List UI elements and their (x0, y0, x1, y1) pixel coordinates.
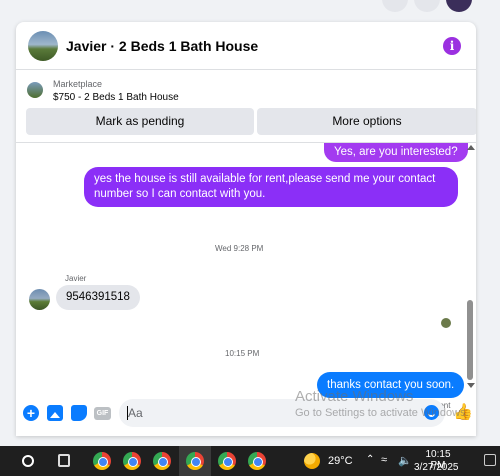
chat-header[interactable]: Javier · 2 Beds 1 Bath House i (16, 22, 476, 70)
gif-icon[interactable]: GIF (94, 407, 111, 420)
watermark-title: Activate Windows (295, 388, 414, 405)
message-list: Yes, are you interested? yes the house i… (16, 143, 476, 410)
chrome-icon[interactable] (153, 452, 171, 470)
active-taskbar-item[interactable] (179, 446, 211, 476)
chrome-icon[interactable] (248, 452, 266, 470)
weather-temperature[interactable]: 29°C (328, 455, 353, 467)
more-options-button[interactable]: More options (257, 108, 476, 135)
activate-windows-watermark: Activate Windows Go to Settings to activ… (295, 388, 469, 419)
volume-icon[interactable]: 🔈 (398, 454, 412, 467)
contact-avatar[interactable] (28, 31, 58, 61)
message-bubble-incoming[interactable]: 9546391518 (56, 285, 140, 310)
chrome-icon[interactable] (186, 452, 204, 470)
plus-icon[interactable]: + (23, 405, 39, 421)
marketplace-panel: Marketplace $750 - 2 Beds 1 Bath House M… (16, 70, 476, 143)
conversation-title[interactable]: Javier · 2 Beds 1 Bath House (66, 38, 258, 54)
scrollbar-thumb[interactable] (467, 300, 473, 380)
message-bubble-outgoing[interactable]: yes the house is still available for ren… (84, 167, 458, 207)
taskbar: 29°C ⌃ ≈ 🔈 10:15 PM 3/27/2025 (0, 446, 500, 476)
chevron-up-icon[interactable]: ⌃ (366, 454, 374, 465)
sender-avatar[interactable] (29, 289, 50, 310)
chat-window: Javier · 2 Beds 1 Bath House i Marketpla… (16, 22, 476, 436)
info-icon[interactable]: i (443, 37, 461, 55)
photo-icon[interactable] (47, 405, 63, 421)
marketplace-label: Marketplace (53, 79, 103, 89)
listing-thumbnail[interactable] (27, 82, 43, 98)
task-view-icon[interactable] (58, 454, 70, 467)
notification-icon[interactable] (484, 454, 496, 466)
message-timestamp: 10:15 PM (225, 349, 260, 358)
text-caret (127, 406, 128, 420)
profile-avatar[interactable] (446, 0, 472, 12)
seen-indicator-avatar (441, 318, 451, 328)
wifi-icon[interactable]: ≈ (381, 454, 387, 466)
chrome-icon[interactable] (93, 452, 111, 470)
message-timestamp: Wed 9:28 PM (215, 244, 264, 253)
chrome-icon[interactable] (123, 452, 141, 470)
weather-icon[interactable] (304, 453, 320, 469)
browser-top-strip (0, 0, 500, 12)
scroll-up-arrow-icon[interactable] (467, 145, 475, 150)
message-scrollbar[interactable] (465, 143, 475, 393)
sender-name: Javier (65, 274, 87, 283)
watermark-subtitle: Go to Settings to activate Windows. (295, 407, 469, 419)
clock-date[interactable]: 3/27/2025 (414, 462, 459, 473)
message-bubble-outgoing[interactable]: Yes, are you interested? (324, 143, 468, 162)
sticker-icon[interactable] (71, 405, 87, 421)
start-search-icon[interactable] (22, 455, 34, 467)
mark-as-pending-button[interactable]: Mark as pending (26, 108, 254, 135)
top-menu-button[interactable] (382, 0, 408, 12)
chrome-icon[interactable] (218, 452, 236, 470)
top-notifications-button[interactable] (414, 0, 440, 12)
listing-title[interactable]: $750 - 2 Beds 1 Bath House (53, 92, 179, 103)
